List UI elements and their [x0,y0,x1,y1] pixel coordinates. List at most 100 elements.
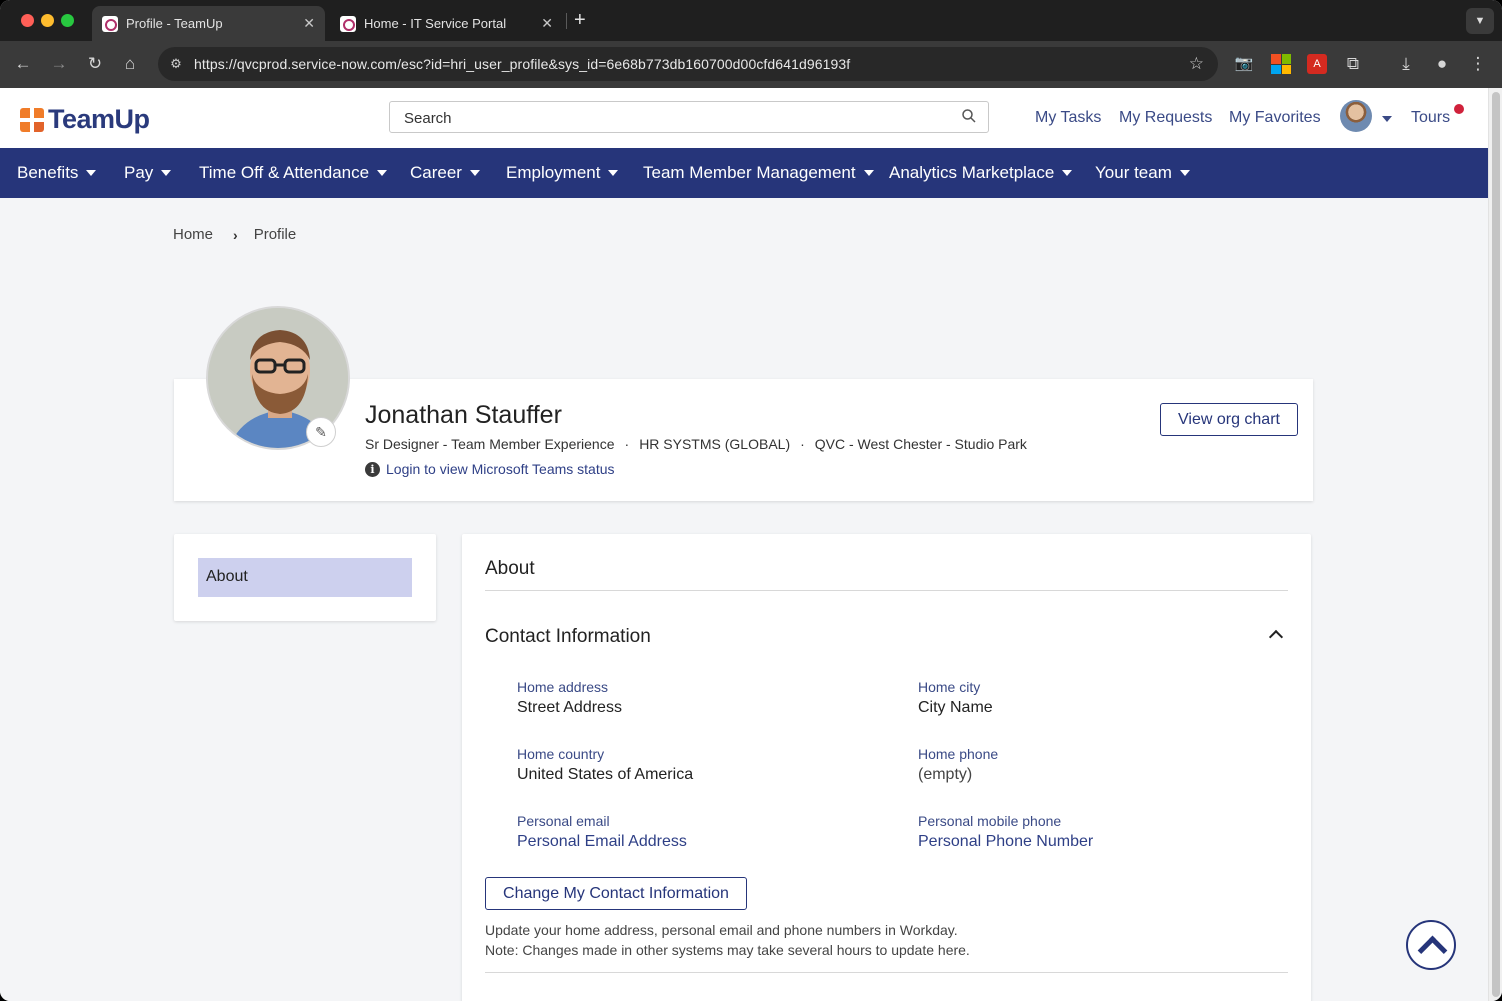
browser-menu-icon[interactable]: ⋮ [1466,52,1490,76]
nav-analytics-marketplace[interactable]: Analytics Marketplace [889,163,1073,183]
collapse-chevron-up-icon[interactable] [1268,629,1284,645]
microsoft-extension-icon[interactable] [1271,54,1291,74]
nav-benefits[interactable]: Benefits [17,163,97,183]
change-contact-information-button[interactable]: Change My Contact Information [485,877,747,910]
extensions-puzzle-icon[interactable]: ⧉ [1341,52,1365,76]
nav-team-member-management[interactable]: Team Member Management [643,163,874,183]
pdf-extension-icon[interactable]: A [1307,54,1327,74]
tab-profile[interactable]: Profile - TeamUp ✕ [92,6,325,41]
contact-update-disclaimer: Note: Changes made in other systems may … [485,942,970,958]
profile-location: QVC - West Chester - Studio Park [814,436,1027,452]
chevron-right-icon: › [233,226,238,243]
close-window-button[interactable] [21,14,34,27]
reload-icon[interactable]: ↻ [83,52,107,76]
search-placeholder: Search [404,110,452,127]
dropdown-caret-icon [469,170,480,176]
page-content: TeamUp Search My Tasks My Requests My Fa… [0,88,1488,1001]
nav-label: Time Off & Attendance [199,163,370,182]
personal-mobile-phone-link[interactable]: Personal Phone Number [918,833,1093,851]
main-navigation: Benefits Pay Time Off & Attendance Caree… [0,148,1488,198]
teams-status-text[interactable]: Login to view Microsoft Teams status [386,461,615,477]
profile-meta: Sr Designer - Team Member Experience · HR … [365,436,1027,452]
servicenow-favicon-icon [340,15,356,32]
download-icon[interactable]: ⤓ [1394,52,1418,76]
scroll-to-top-button[interactable] [1406,920,1456,970]
close-tab-icon[interactable]: ✕ [303,15,315,32]
contact-update-note: Update your home address, personal email… [485,922,958,938]
teamup-logo-mark-icon [20,107,44,132]
dropdown-caret-icon [377,170,388,176]
divider [485,972,1288,973]
profile-sidebar: About [174,534,436,621]
info-icon: i [365,461,380,477]
camera-extension-icon[interactable]: 📷 [1232,52,1256,76]
my-tasks-link[interactable]: My Tasks [1035,109,1101,127]
nav-pay[interactable]: Pay [124,163,172,183]
home-phone-value: (empty) [918,766,973,783]
home-city-value: City Name [918,699,993,716]
notification-dot-icon [1454,104,1464,114]
my-requests-link[interactable]: My Requests [1119,109,1212,127]
personal-email-link[interactable]: Personal Email Address [517,833,687,851]
tab-it-service-portal[interactable]: Home - IT Service Portal ✕ [330,6,563,41]
profile-department: HR SYSTMS (GLOBAL) [639,436,791,452]
divider [485,590,1288,591]
dropdown-caret-icon [161,170,172,176]
home-phone-label: Home phone [918,746,999,762]
tab-title: Profile - TeamUp [126,16,223,31]
tours-link[interactable]: Tours [1411,109,1450,127]
bookmark-star-icon[interactable]: ☆ [1189,54,1204,74]
address-bar[interactable]: ⚙ https://qvcprod.service-now.com/esc?id… [158,47,1218,81]
browser-window: Profile - TeamUp ✕ Home - IT Service Por… [0,0,1502,1001]
user-avatar[interactable] [1340,100,1372,132]
sidebar-item-about[interactable]: About [198,558,412,597]
url-text[interactable]: https://qvcprod.service-now.com/esc?id=h… [194,56,850,72]
profile-person-icon[interactable]: ● [1430,52,1454,76]
back-arrow-icon[interactable]: ← [11,52,35,76]
search-input[interactable]: Search [389,101,989,133]
breadcrumb: Home › Profile [173,226,296,243]
close-tab-icon[interactable]: ✕ [541,15,553,32]
nav-label: Benefits [17,163,79,182]
nav-career[interactable]: Career [410,163,480,183]
nav-label: Pay [124,163,154,182]
profile-job-title: Sr Designer - Team Member Experience [365,436,615,452]
edit-photo-pencil-icon[interactable]: ✎ [306,417,336,447]
teams-status-link[interactable]: i Login to view Microsoft Teams status [365,461,615,477]
forward-arrow-icon[interactable]: → [47,52,71,76]
contact-information-heading[interactable]: Contact Information [485,626,651,648]
site-settings-icon[interactable]: ⚙ [166,54,186,74]
dropdown-caret-icon [1179,170,1190,176]
nav-employment[interactable]: Employment [506,163,619,183]
home-icon[interactable]: ⌂ [118,52,142,76]
nav-time-off-attendance[interactable]: Time Off & Attendance [199,163,388,183]
user-menu-chevron-icon[interactable] [1382,116,1392,122]
view-org-chart-button[interactable]: View org chart [1160,403,1298,436]
servicenow-favicon-icon [102,15,118,32]
logo-text: TeamUp [48,104,150,134]
breadcrumb-home[interactable]: Home [173,226,213,243]
my-favorites-link[interactable]: My Favorites [1229,109,1321,127]
profile-name: Jonathan Stauffer [365,401,562,429]
scrollbar-thumb[interactable] [1492,92,1500,997]
nav-label: Team Member Management [643,163,856,182]
home-country-label: Home country [517,746,605,762]
tab-bar: Profile - TeamUp ✕ Home - IT Service Por… [0,0,1502,41]
browser-toolbar: ← → ↻ ⌂ ⚙ https://qvcprod.service-now.co… [0,41,1502,88]
nav-label: Employment [506,163,601,182]
page-scrollbar[interactable] [1488,88,1502,1001]
dropdown-caret-icon [608,170,619,176]
home-country-value: United States of America [517,766,694,783]
new-tab-plus-icon[interactable]: + [574,9,586,32]
home-address-label: Home address [517,679,609,695]
personal-email-label: Personal email [517,813,610,829]
search-icon[interactable] [962,109,976,123]
breadcrumb-profile: Profile [253,226,297,243]
nav-label: Career [410,163,462,182]
maximize-window-button[interactable] [61,14,74,27]
teamup-logo[interactable]: TeamUp [20,104,150,135]
tab-search-chevron-icon[interactable]: ▼ [1466,8,1494,34]
tab-title: Home - IT Service Portal [364,16,507,31]
minimize-window-button[interactable] [41,14,54,27]
nav-your-team[interactable]: Your team [1095,163,1190,183]
